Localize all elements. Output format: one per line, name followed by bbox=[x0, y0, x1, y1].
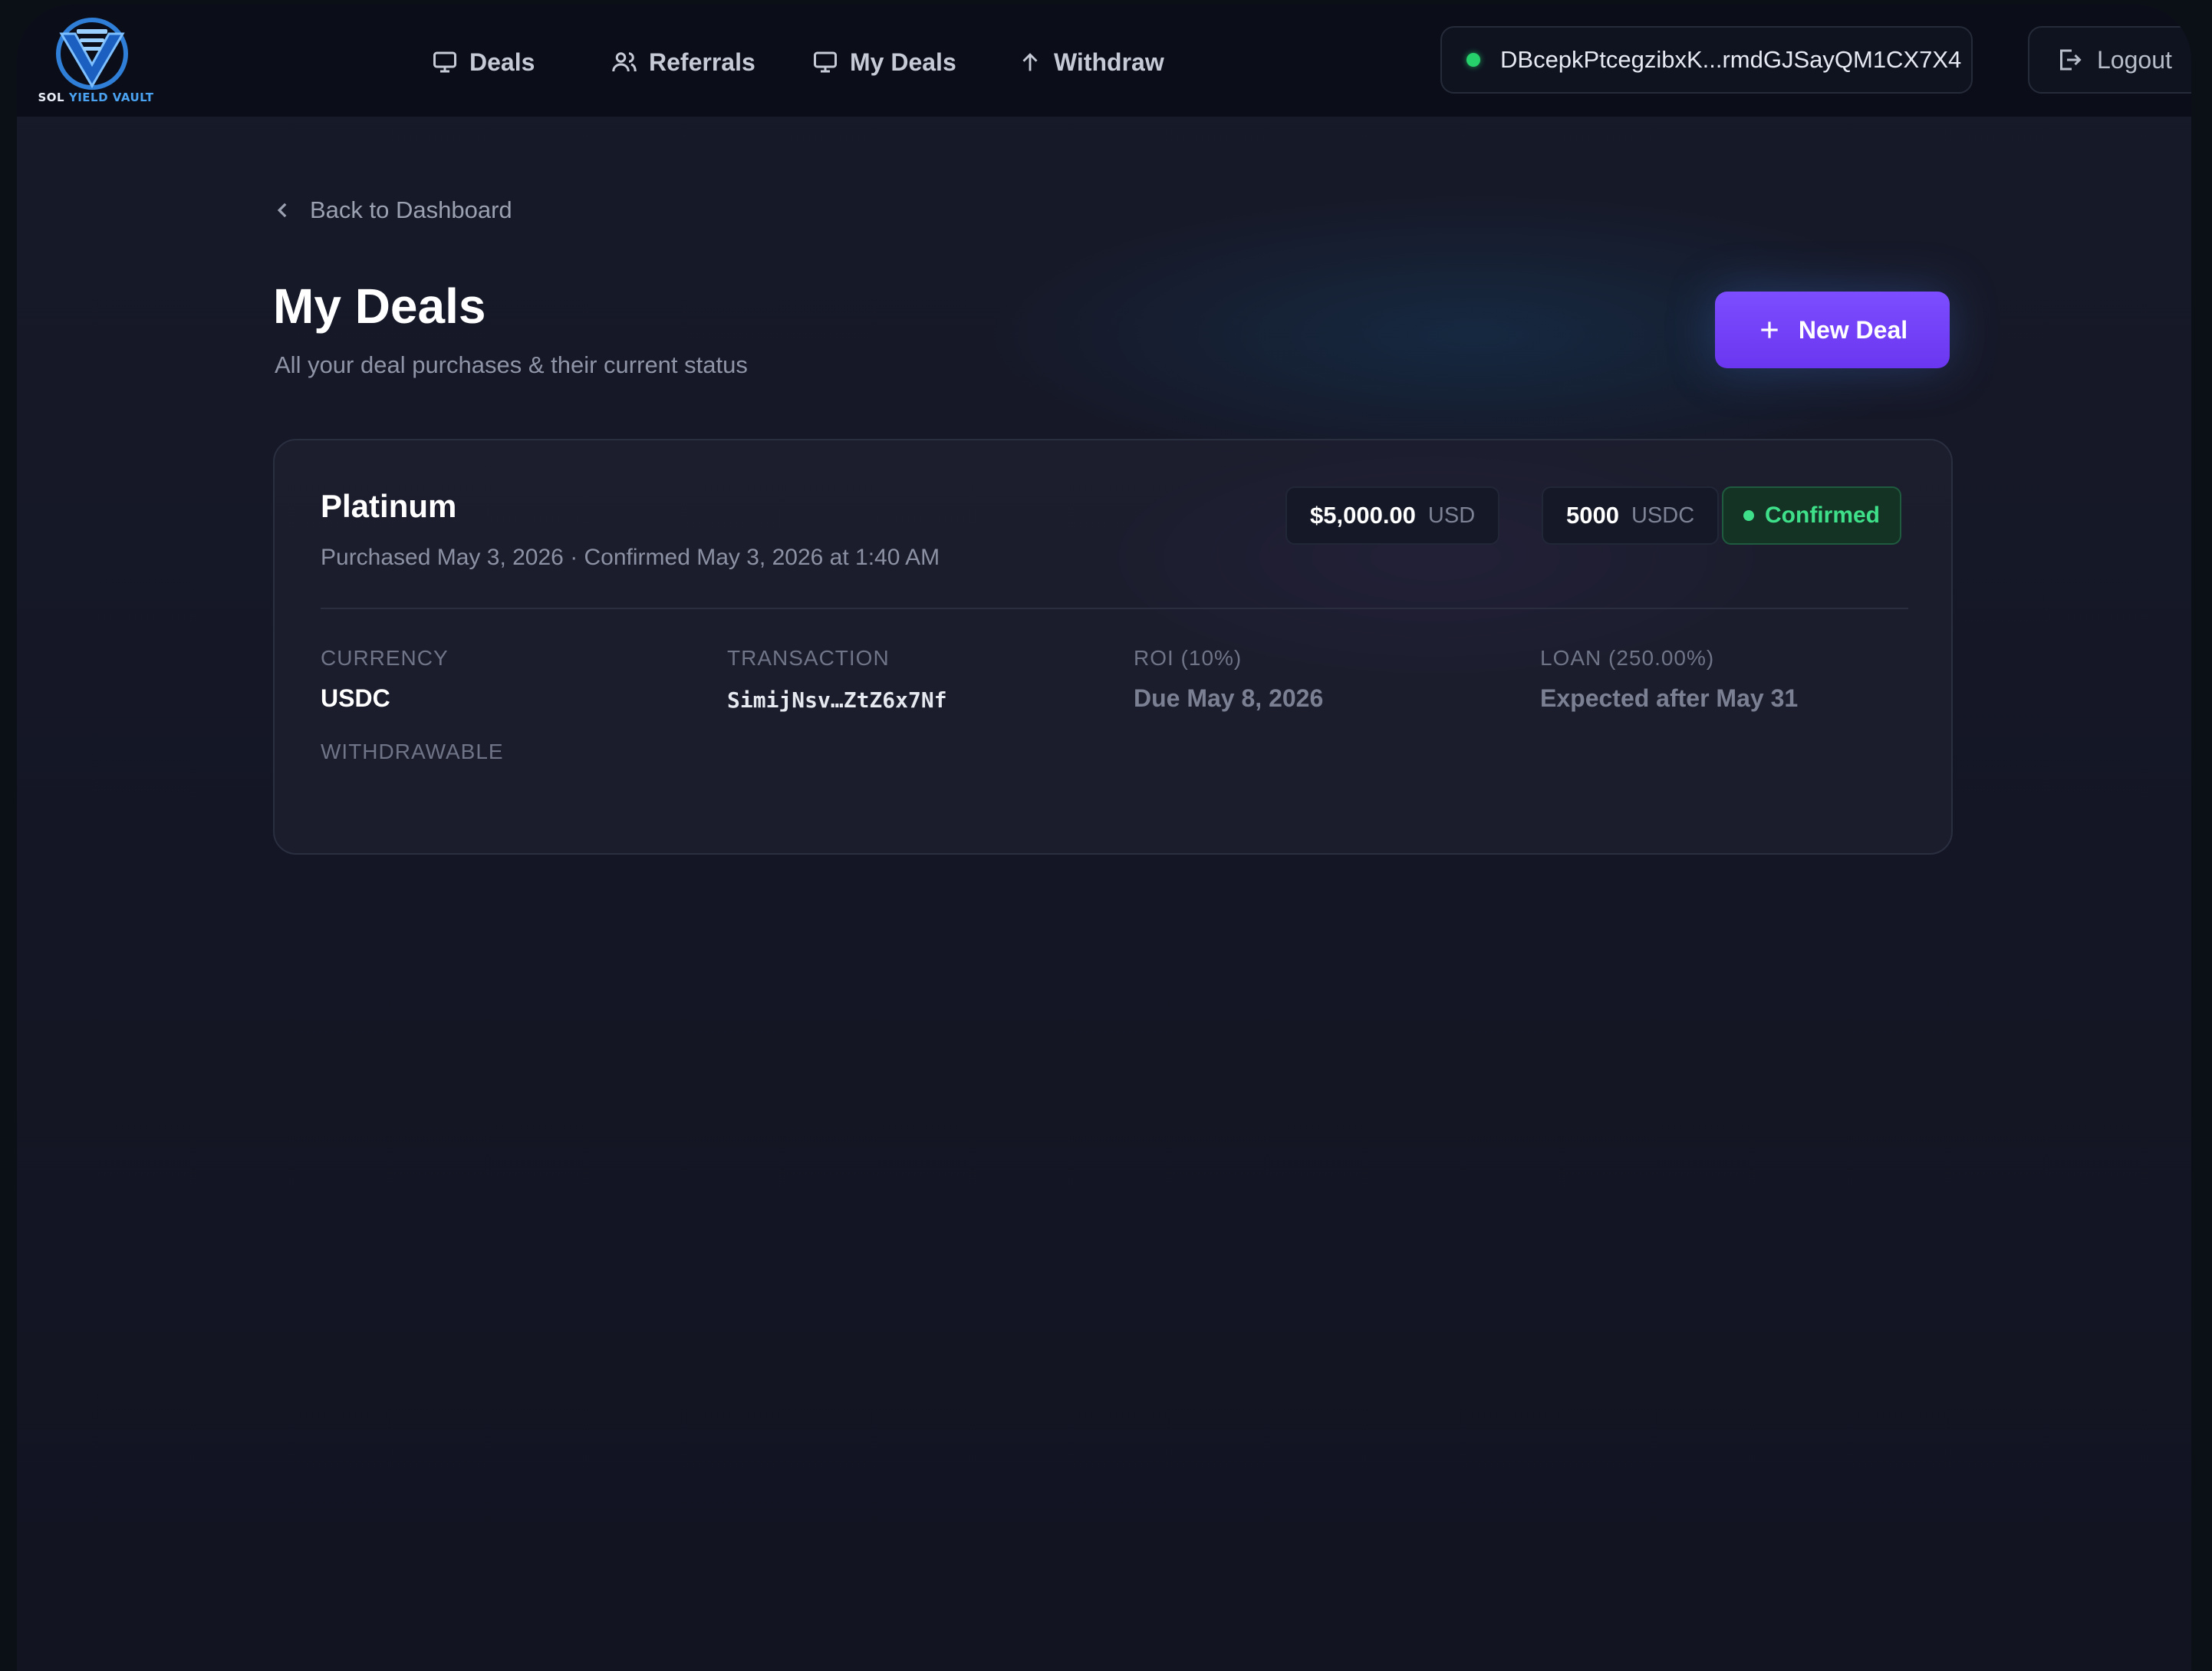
logout-label: Logout bbox=[2097, 45, 2172, 74]
deal-card: Platinum Purchased May 3, 2026 · Confirm… bbox=[273, 439, 1953, 855]
top-nav: SOL YIELD VAULT Deals Referrals My Deals… bbox=[17, 5, 2191, 117]
deal-dates: Purchased May 3, 2026 · Confirmed May 3,… bbox=[321, 545, 940, 570]
status-dot-icon bbox=[1743, 510, 1754, 521]
usd-amount-badge: $5,000.00 USD bbox=[1285, 486, 1500, 545]
deal-name: Platinum bbox=[321, 488, 457, 524]
nav-referrals-label: Referrals bbox=[649, 48, 755, 76]
nav-withdraw-label: Withdraw bbox=[1054, 48, 1164, 76]
roi-value: Due May 8, 2026 bbox=[1134, 684, 1324, 712]
withdrawable-label: WITHDRAWABLE bbox=[321, 740, 504, 763]
token-amount-badge: 5000 USDC bbox=[1542, 486, 1720, 545]
card-divider bbox=[321, 608, 1908, 609]
monitor-icon bbox=[433, 51, 456, 73]
new-deal-button[interactable]: New Deal bbox=[1715, 292, 1950, 368]
wallet-address-button[interactable]: DBcepkPtcegzibxK...rmdGJSayQM1CX7X4 bbox=[1440, 26, 1973, 94]
page-subtitle: All your deal purchases & their current … bbox=[275, 351, 748, 378]
token-unit: USDC bbox=[1631, 503, 1695, 528]
vault-shield-icon bbox=[56, 18, 128, 90]
connected-indicator bbox=[1466, 53, 1480, 67]
transaction-hash-link[interactable]: SimijNsv…ZtZ6x7Nf bbox=[727, 687, 947, 713]
logout-icon bbox=[2060, 49, 2082, 71]
currency-value: USDC bbox=[321, 684, 390, 712]
app-window: SOL YIELD VAULT Deals Referrals My Deals… bbox=[17, 5, 2191, 1671]
wallet-address: DBcepkPtcegzibxK...rmdGJSayQM1CX7X4 bbox=[1500, 46, 1962, 73]
monitor-icon bbox=[814, 51, 837, 73]
nav-referrals[interactable]: Referrals bbox=[611, 43, 755, 81]
loan-value: Expected after May 31 bbox=[1540, 684, 1799, 712]
usd-amount: $5,000.00 bbox=[1310, 502, 1416, 529]
loan-label: LOAN (250.00%) bbox=[1540, 646, 1715, 670]
status-label: Confirmed bbox=[1765, 503, 1880, 528]
new-deal-label: New Deal bbox=[1798, 315, 1908, 344]
arrow-up-icon bbox=[1022, 53, 1038, 71]
users-icon bbox=[612, 52, 637, 72]
roi-label: ROI (10%) bbox=[1134, 646, 1243, 670]
nav-deals-label: Deals bbox=[469, 48, 535, 76]
chevron-left-icon bbox=[277, 203, 287, 218]
brand-name: SOL YIELD VAULT bbox=[38, 91, 154, 104]
nav-my-deals[interactable]: My Deals bbox=[811, 43, 956, 81]
transaction-label: TRANSACTION bbox=[727, 646, 890, 670]
token-amount: 5000 bbox=[1566, 502, 1619, 529]
nav-withdraw[interactable]: Withdraw bbox=[1017, 43, 1164, 81]
usd-unit: USD bbox=[1427, 503, 1476, 528]
currency-label: CURRENCY bbox=[321, 646, 449, 670]
back-to-dashboard-link[interactable]: Back to Dashboard bbox=[275, 196, 512, 224]
nav-my-deals-label: My Deals bbox=[850, 48, 956, 76]
logout-button[interactable]: Logout bbox=[2028, 26, 2191, 94]
plus-icon bbox=[1761, 321, 1778, 338]
brand-logo[interactable]: SOL YIELD VAULT bbox=[23, 11, 161, 112]
page-title: My Deals bbox=[273, 278, 486, 334]
status-badge: Confirmed bbox=[1722, 486, 1901, 545]
nav-deals[interactable]: Deals bbox=[431, 43, 535, 81]
back-label: Back to Dashboard bbox=[310, 196, 512, 223]
